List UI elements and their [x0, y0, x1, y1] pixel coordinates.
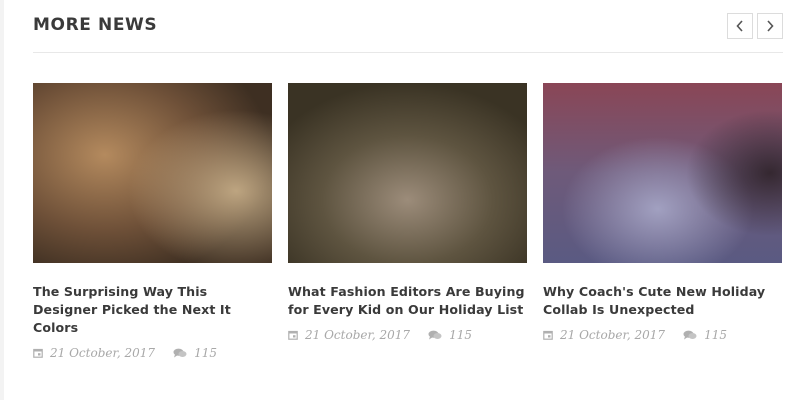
news-thumbnail[interactable] [543, 83, 782, 263]
news-title[interactable]: The Surprising Way This Designer Picked … [33, 283, 272, 337]
comment-count[interactable]: 115 [704, 328, 727, 342]
news-date: 21 October, 2017 [560, 328, 666, 342]
carousel-nav [727, 13, 783, 39]
news-card: The Surprising Way This Designer Picked … [33, 83, 272, 360]
news-meta: 21 October, 2017 115 [33, 346, 272, 360]
news-meta: 21 October, 2017 115 [288, 328, 527, 342]
chevron-right-icon [766, 20, 774, 32]
prev-button[interactable] [727, 13, 753, 39]
news-thumbnail[interactable] [288, 83, 527, 263]
calendar-icon [543, 330, 553, 340]
news-date: 21 October, 2017 [305, 328, 411, 342]
news-date: 21 October, 2017 [50, 346, 156, 360]
more-news-section: MORE NEWS The Surprising Way This Design… [33, 0, 783, 400]
comments-icon [173, 348, 187, 359]
page-left-edge [0, 0, 4, 400]
section-header: MORE NEWS [33, 0, 783, 53]
news-card: What Fashion Editors Are Buying for Ever… [288, 83, 527, 360]
news-thumbnail[interactable] [33, 83, 272, 263]
section-title: MORE NEWS [33, 15, 158, 35]
chevron-left-icon [736, 20, 744, 32]
calendar-icon [288, 330, 298, 340]
next-button[interactable] [757, 13, 783, 39]
news-card: Why Coach's Cute New Holiday Collab Is U… [543, 83, 782, 360]
news-title[interactable]: What Fashion Editors Are Buying for Ever… [288, 283, 527, 319]
comment-count[interactable]: 115 [194, 346, 217, 360]
calendar-icon [33, 348, 43, 358]
news-cards: The Surprising Way This Designer Picked … [33, 83, 783, 360]
comments-icon [428, 330, 442, 341]
news-title[interactable]: Why Coach's Cute New Holiday Collab Is U… [543, 283, 782, 319]
comment-count[interactable]: 115 [449, 328, 472, 342]
comments-icon [683, 330, 697, 341]
news-meta: 21 October, 2017 115 [543, 328, 782, 342]
